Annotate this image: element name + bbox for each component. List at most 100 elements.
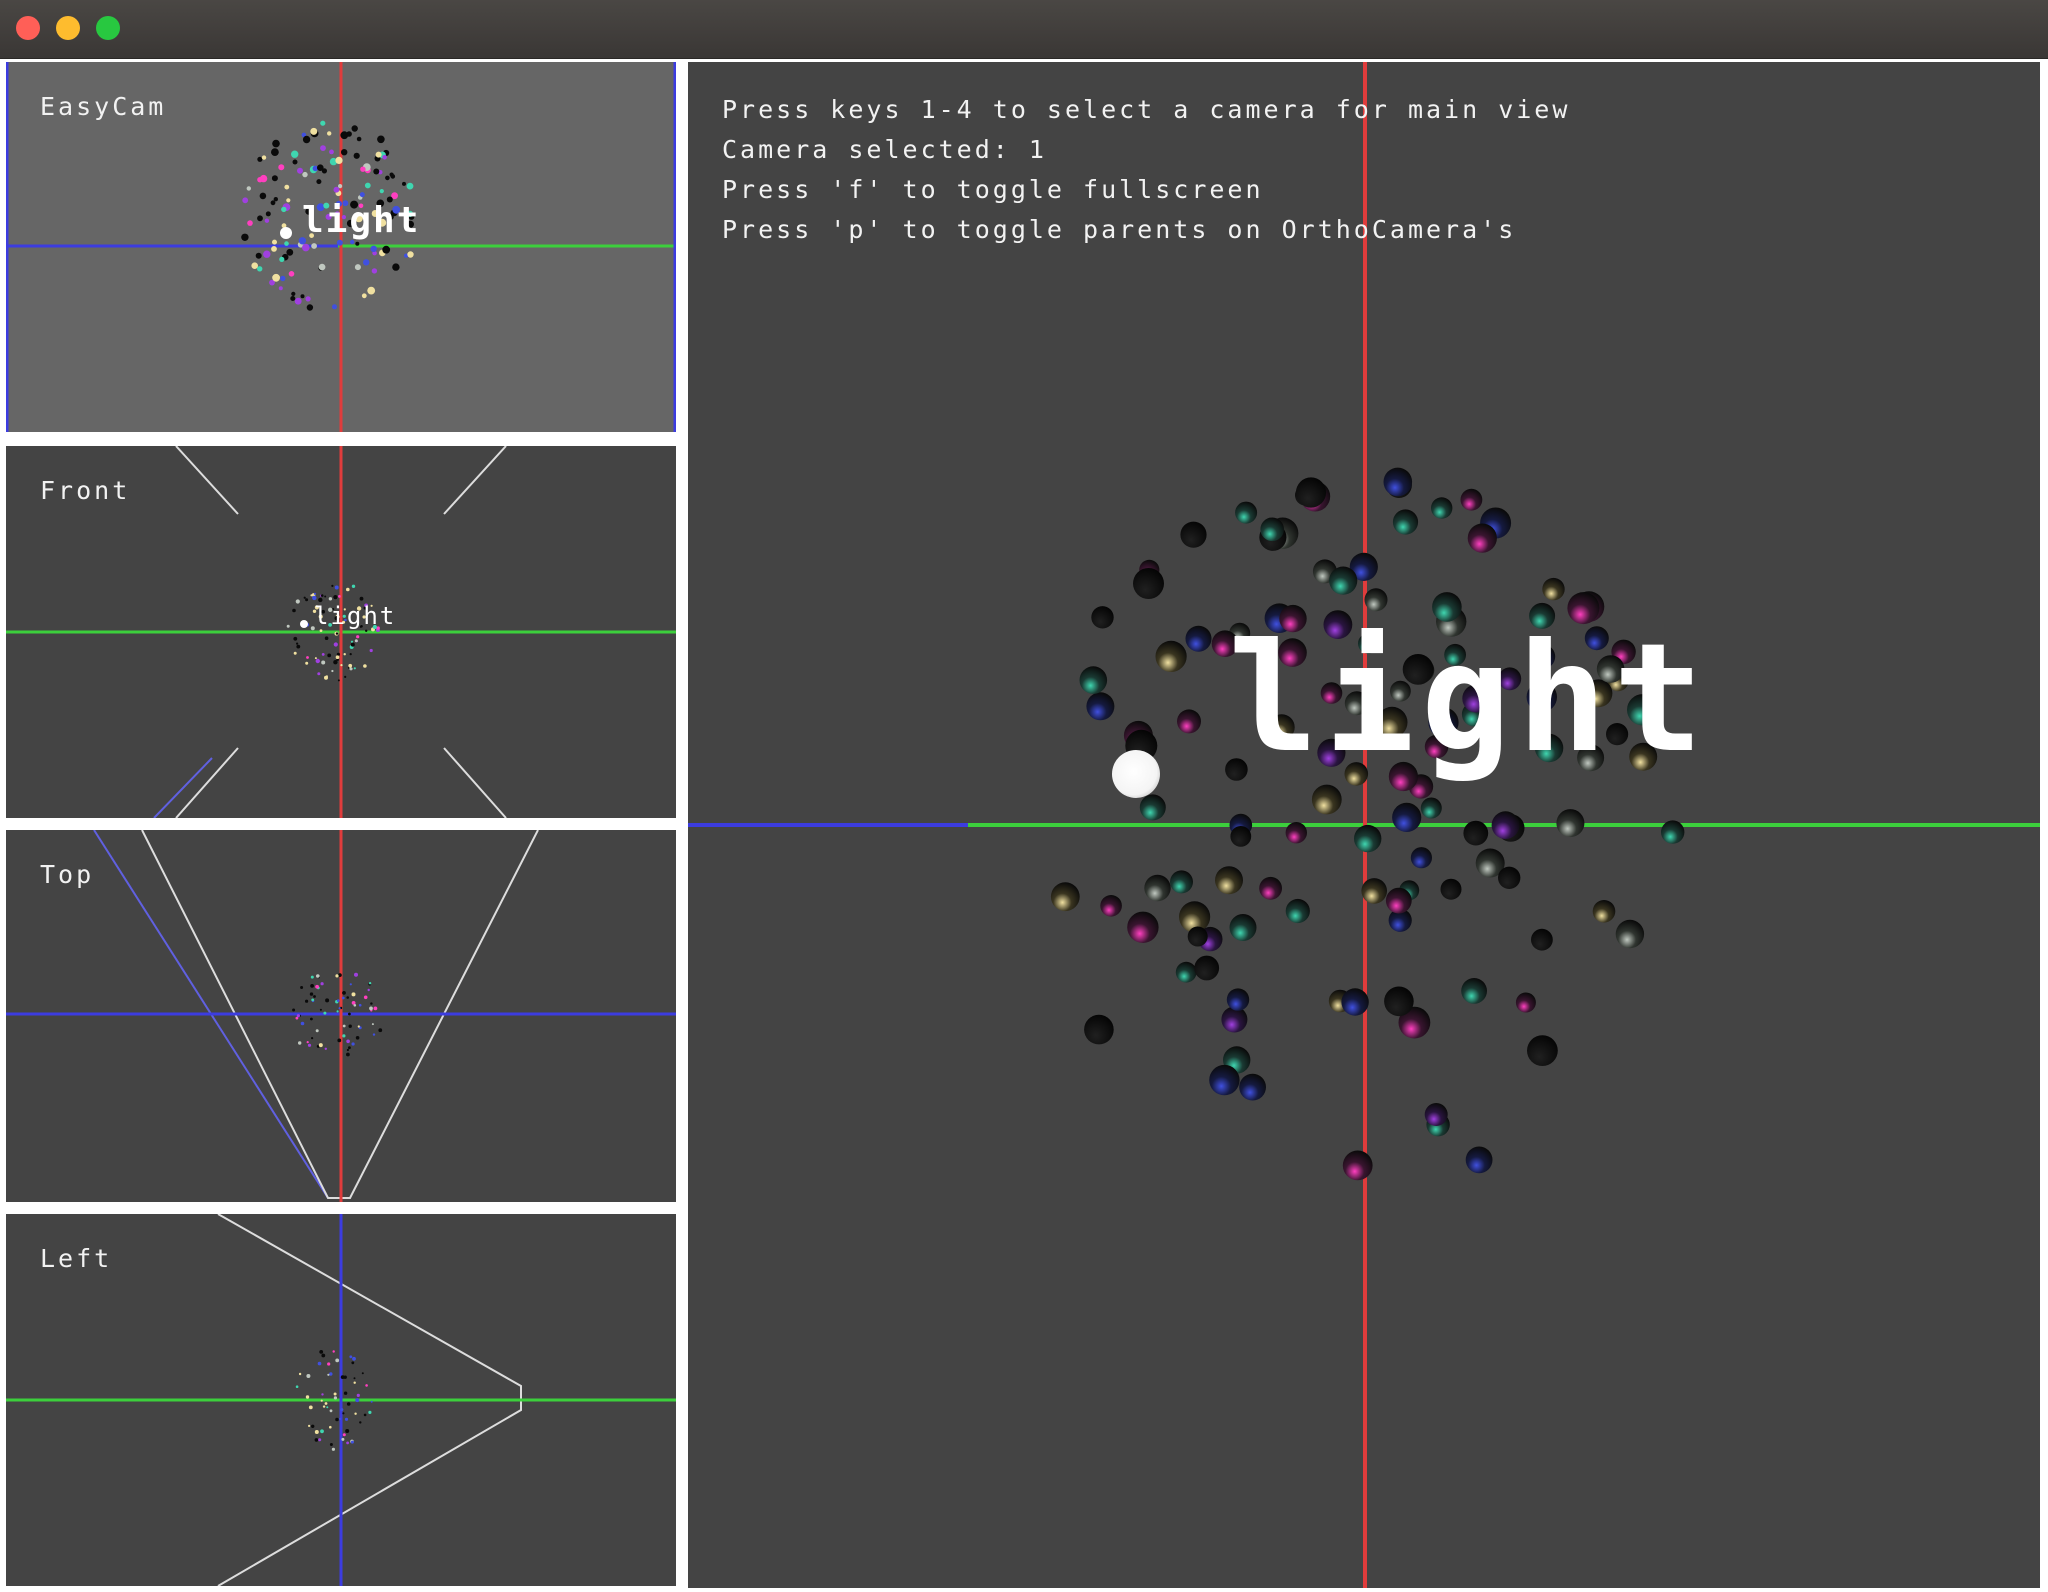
sphere: [295, 599, 300, 604]
sphere: [378, 1028, 383, 1033]
maximize-window-button[interactable]: [96, 16, 120, 40]
sphere: [318, 1043, 323, 1048]
minimize-window-button[interactable]: [56, 16, 80, 40]
sphere: [1420, 797, 1442, 819]
sphere: [311, 1037, 314, 1040]
sphere: [295, 1385, 299, 1388]
sphere: [313, 995, 316, 998]
sphere: [324, 636, 329, 640]
sphere: [346, 996, 350, 999]
sphere: [1460, 488, 1483, 511]
sphere: [255, 252, 262, 259]
sphere: [317, 164, 324, 171]
sphere: [284, 184, 290, 190]
sphere: [348, 663, 353, 668]
sphere: [278, 164, 285, 171]
sphere: [1467, 523, 1497, 553]
view-label: Top: [40, 860, 95, 889]
sphere: [341, 1437, 345, 1441]
sphere: [320, 982, 324, 986]
sphere: [320, 1399, 323, 1402]
sphere: [310, 594, 313, 597]
light-label: light: [1228, 612, 1710, 786]
sphere: [261, 155, 267, 160]
sphere: [370, 245, 377, 252]
sphere: [1498, 866, 1521, 889]
front-viewport[interactable]: Front light: [6, 446, 676, 818]
sphere: [342, 1412, 345, 1415]
sphere: [1226, 988, 1250, 1011]
sphere: [353, 1377, 356, 1380]
sphere: [331, 584, 334, 587]
sphere: [1527, 1035, 1558, 1066]
sphere: [390, 174, 396, 179]
sphere: [305, 661, 309, 665]
sphere: [308, 1405, 313, 1410]
sphere: [1491, 811, 1520, 840]
left-viewport[interactable]: Left: [6, 1214, 676, 1586]
top-viewport[interactable]: Top: [6, 830, 676, 1202]
sphere: [314, 1438, 319, 1442]
sphere: [280, 275, 286, 282]
sphere: [1185, 625, 1212, 652]
sphere: [327, 131, 332, 136]
main-viewport[interactable]: Press keys 1-4 to select a camera for ma…: [688, 62, 2040, 1588]
sphere: [321, 660, 326, 665]
sphere: [309, 992, 314, 996]
sphere: [296, 1014, 300, 1018]
sphere: [349, 653, 352, 656]
sphere: [1187, 926, 1208, 947]
sphere: [367, 286, 376, 295]
sphere: [302, 135, 311, 144]
sphere: [257, 266, 263, 272]
sphere: [346, 1402, 351, 1406]
sphere: [333, 595, 338, 600]
sphere: [348, 1024, 352, 1028]
sphere: [355, 241, 360, 246]
sphere: [324, 595, 327, 598]
sphere: [320, 120, 326, 126]
sphere: [1260, 517, 1284, 542]
sphere: [344, 675, 347, 678]
sphere: [327, 653, 332, 658]
sphere: [344, 1417, 349, 1421]
sphere: [1424, 1103, 1448, 1126]
sphere: [1440, 878, 1462, 900]
sphere: [367, 988, 370, 992]
sphere: [300, 986, 304, 989]
sphere: [1384, 986, 1414, 1017]
sphere: [305, 999, 309, 1003]
frustum-line: [443, 747, 507, 818]
sphere: [320, 594, 324, 597]
sphere: [1079, 666, 1108, 694]
instruction-line: Press 'f' to toggle fullscreen: [722, 175, 1264, 204]
sphere: [350, 1440, 354, 1444]
sphere: [333, 1392, 337, 1396]
sphere: [294, 297, 302, 305]
sphere: [324, 1047, 327, 1050]
sphere: [1194, 955, 1220, 981]
sphere: [382, 155, 387, 160]
sphere: [297, 167, 303, 174]
sphere: [351, 992, 356, 997]
close-window-button[interactable]: [16, 16, 40, 40]
sphere: [318, 263, 326, 271]
sphere: [385, 175, 390, 181]
sphere: [363, 259, 370, 266]
sphere: [377, 135, 385, 144]
sphere: [242, 197, 249, 204]
frustum-line: [175, 747, 239, 818]
sphere: [353, 667, 356, 670]
sphere: [286, 624, 290, 628]
sphere: [356, 1393, 360, 1397]
sphere: [340, 1375, 345, 1379]
sphere: [1615, 919, 1645, 949]
sphere: [357, 1025, 360, 1028]
sphere: [341, 996, 345, 1000]
sphere: [1133, 568, 1164, 599]
sphere: [1177, 709, 1201, 734]
easycam-viewport[interactable]: EasyCam light: [6, 62, 676, 432]
window-titlebar: [0, 0, 2048, 59]
top-scene: [6, 830, 676, 1202]
sphere: [346, 1048, 349, 1052]
